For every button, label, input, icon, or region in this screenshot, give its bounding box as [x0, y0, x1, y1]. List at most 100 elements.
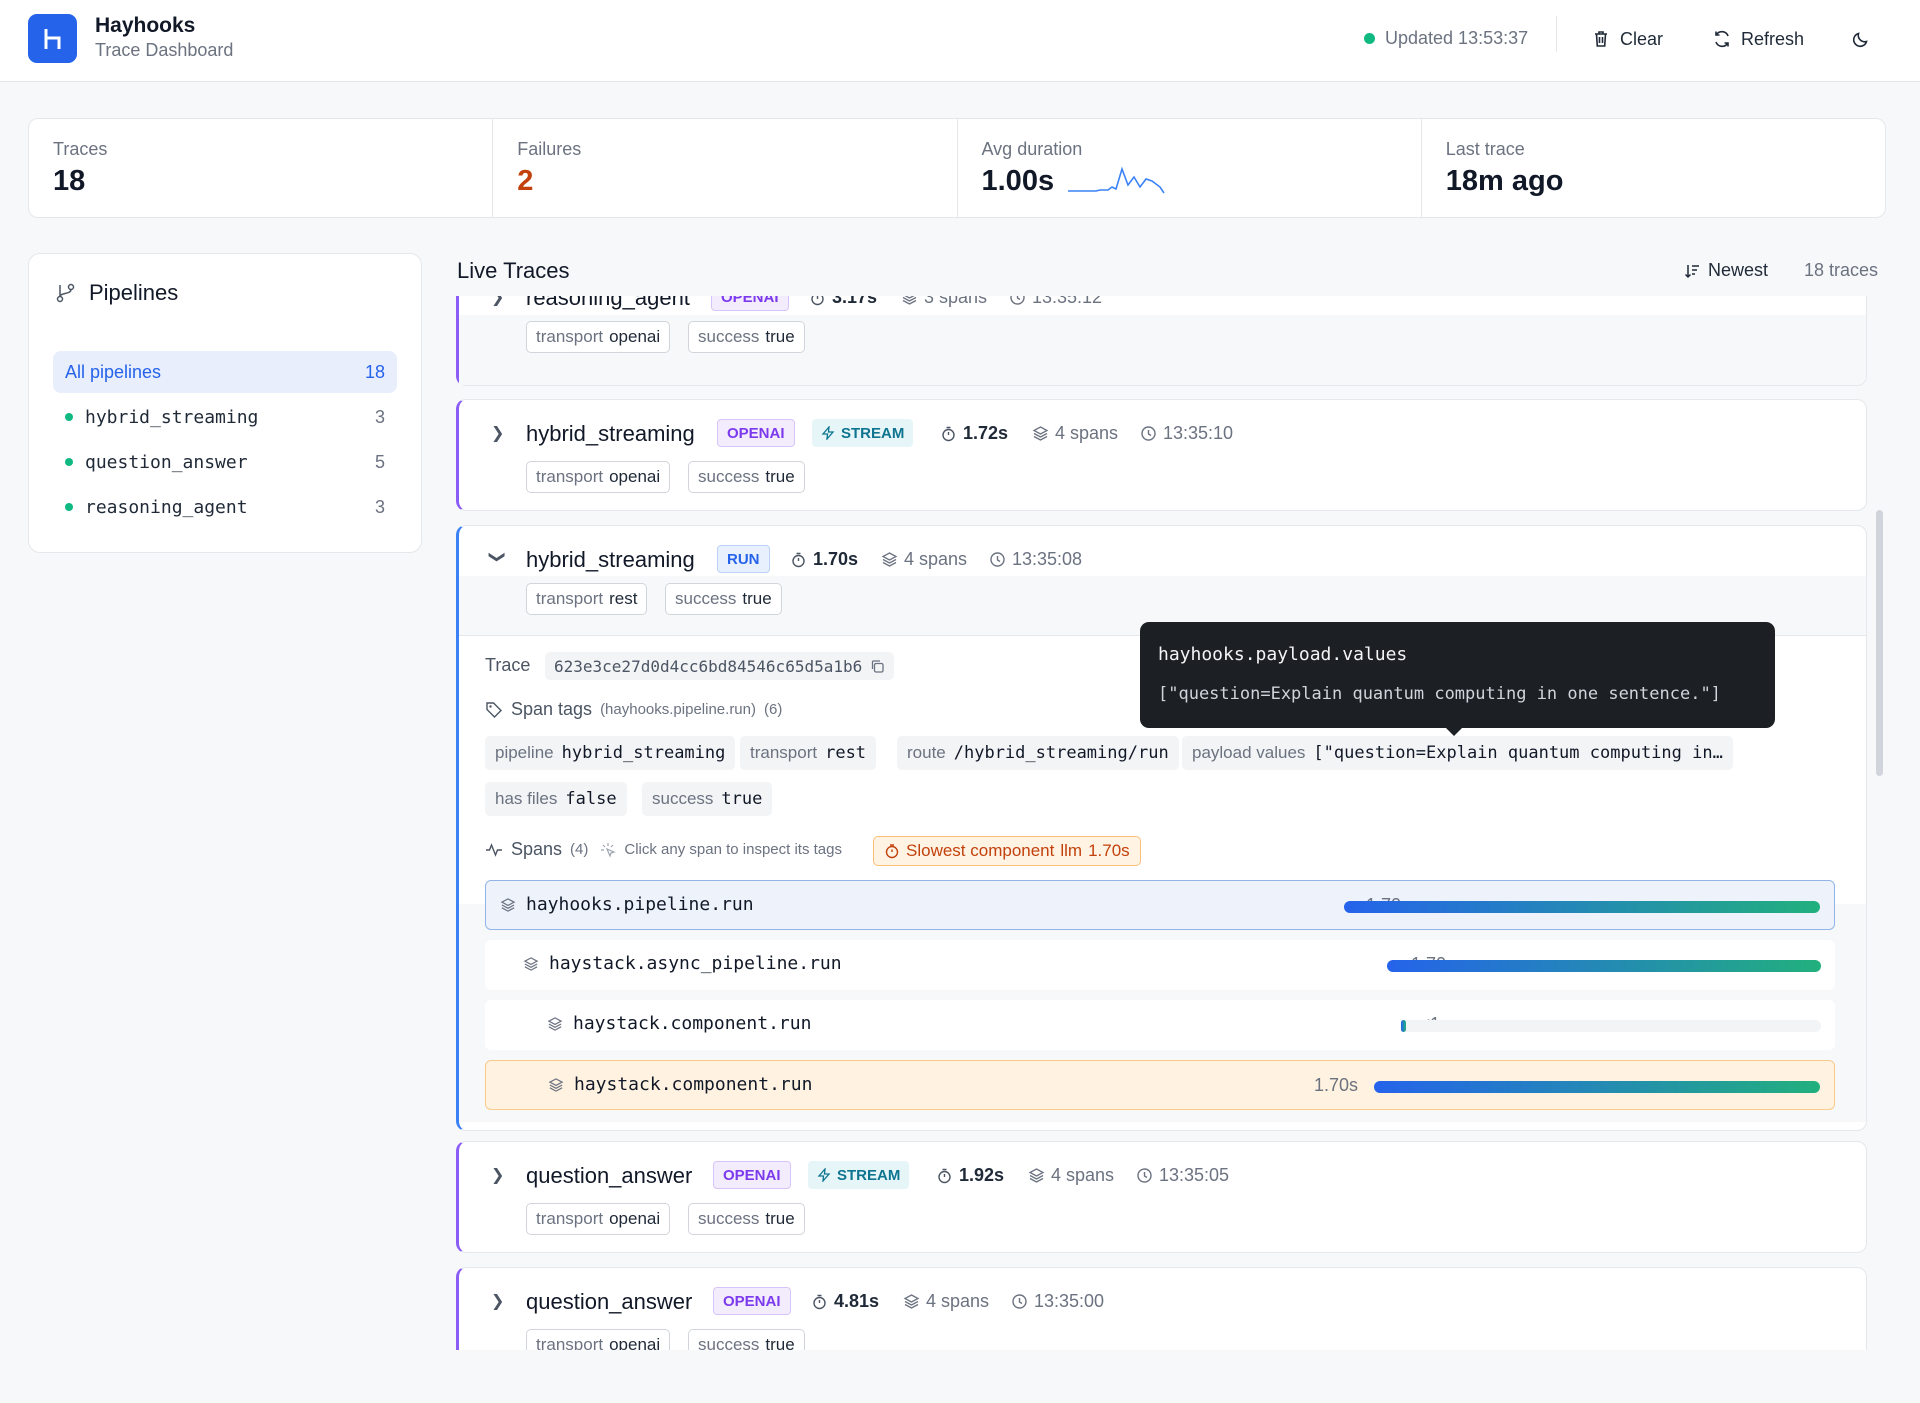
trace-time: 13:35:05	[1136, 1165, 1229, 1186]
slowest-component-badge: Slowest component llm 1.70s	[873, 836, 1141, 866]
stat-avg-label: Avg duration	[981, 139, 1083, 159]
trace-card[interactable]: ❯ question_answer OPENAI 4.81s 4 spans 1…	[456, 1267, 1867, 1350]
tag-transport: transport openai	[526, 1329, 671, 1350]
span-duration: 1.70s	[1313, 1075, 1358, 1095]
trace-card-expanded[interactable]: ❯ hybrid_streaming RUN 1.70s 4 spans 13:…	[456, 525, 1867, 1131]
span-row[interactable]: haystack.component.run <1 ms	[485, 1000, 1835, 1050]
stat-failures-value: 2	[517, 165, 534, 197]
trace-card[interactable]: ❯ question_answer OPENAI STREAM 1.92s 4 …	[456, 1141, 1867, 1253]
sidebar-item-hybrid-streaming[interactable]: hybrid_streaming 3	[53, 396, 397, 438]
trace-time-value: 13:35:05	[1159, 1165, 1230, 1185]
openai-badge: OPENAI	[713, 1287, 791, 1315]
top-bar: Hayhooks Trace Dashboard Updated 13:53:3…	[0, 0, 1920, 82]
pipelines-title: Pipelines	[55, 280, 178, 306]
chevron-right-icon[interactable]: ❯	[491, 1165, 504, 1185]
run-badge: RUN	[717, 545, 770, 573]
layers-icon	[902, 296, 917, 305]
trace-duration-value: 1.72s	[963, 423, 1009, 443]
refresh-button[interactable]: Refresh	[1712, 22, 1804, 56]
span-bar-fill	[1374, 1081, 1820, 1093]
trace-list-scrollbar[interactable]	[1876, 510, 1883, 776]
span-tag-has-files[interactable]: has files false	[485, 782, 627, 816]
trace-span-count-value: 3 spans	[924, 296, 988, 307]
stream-badge-label: STREAM	[837, 1166, 901, 1184]
update-status: Updated 13:53:37	[1364, 28, 1528, 49]
span-bar-fill	[1401, 1020, 1407, 1032]
chevron-right-icon[interactable]: ❯	[491, 423, 504, 443]
layers-icon	[881, 552, 898, 567]
trace-time: 13:35:00	[1011, 1291, 1104, 1312]
chevron-down-icon[interactable]: ❯	[488, 550, 508, 563]
trace-duration: 1.70s	[790, 549, 858, 570]
span-name-text: haystack.async_pipeline.run	[549, 953, 842, 974]
tag-transport: transport openai	[526, 321, 671, 353]
sidebar-item-all-pipelines[interactable]: All pipelines 18	[53, 351, 397, 393]
span-tag-success[interactable]: success true	[642, 782, 773, 816]
tag-success: success true	[688, 1329, 805, 1350]
trace-span-count-value: 4 spans	[1051, 1165, 1115, 1185]
span-tags-source: (hayhooks.pipeline.run)	[600, 701, 756, 718]
trace-tags: transport openai success true	[459, 315, 1866, 385]
trace-card[interactable]: ❯ reasoning_agent OPENAI 3.17s 3 spans 1…	[456, 296, 1867, 386]
status-dot-icon	[65, 458, 73, 466]
trace-time-value: 13:35:00	[1034, 1291, 1105, 1311]
span-tag-transport[interactable]: transport rest	[740, 736, 877, 770]
span-tag-route[interactable]: route/hybrid_streaming/run	[897, 736, 1179, 770]
sidebar-item-label: question_answer	[85, 451, 248, 473]
tag-success: success true	[688, 461, 805, 493]
sidebar-item-label: All pipelines	[65, 361, 162, 382]
sidebar-item-count: 3	[374, 406, 385, 427]
trace-span-count: 4 spans	[881, 549, 967, 570]
theme-toggle-button[interactable]	[1851, 22, 1871, 56]
activity-icon	[486, 842, 502, 857]
chevron-right-icon[interactable]: ❯	[491, 1291, 504, 1311]
sparkle-click-icon	[601, 842, 617, 858]
trace-time-value: 13:35:10	[1163, 423, 1234, 443]
trace-id-chip[interactable]: 623e3ce27d0d4cc6bd84546c65d5a1b6	[545, 652, 895, 680]
sidebar-item-reasoning-agent[interactable]: reasoning_agent 3	[53, 486, 397, 528]
copy-icon[interactable]	[870, 659, 885, 674]
sidebar-item-question-answer[interactable]: question_answer 5	[53, 441, 397, 483]
stat-traces-value: 18	[53, 165, 86, 197]
trace-card-header: ❯ reasoning_agent OPENAI 3.17s 3 spans 1…	[459, 296, 1866, 311]
stat-avg-duration: Avg duration 1.00s	[958, 119, 1422, 217]
tooltip-value: ["question=Explain quantum computing in …	[1158, 684, 1721, 704]
trace-time: 13:35:08	[989, 549, 1082, 570]
trace-name: question_answer	[526, 1163, 693, 1188]
sort-newest-button[interactable]: Newest	[1684, 260, 1768, 281]
moon-icon	[1852, 32, 1868, 48]
trace-list[interactable]: ❯ reasoning_agent OPENAI 3.17s 3 spans 1…	[456, 296, 1868, 1350]
layers-icon	[500, 897, 516, 912]
header-divider	[1556, 16, 1557, 52]
live-status-dot-icon	[1364, 33, 1375, 44]
trace-span-count: 4 spans	[903, 1291, 989, 1312]
stat-traces-label: Traces	[53, 139, 108, 159]
trace-span-count-value: 4 spans	[904, 549, 968, 569]
chevron-right-icon[interactable]: ❯	[491, 296, 504, 307]
span-tag-pipeline[interactable]: pipeline hybrid_streaming	[485, 736, 736, 770]
tag-success: success true	[665, 583, 782, 615]
refresh-button-label: Refresh	[1741, 28, 1805, 49]
sidebar-item-count: 3	[374, 496, 385, 517]
span-row[interactable]: hayhooks.pipeline.run 1.70s	[485, 880, 1835, 930]
tag-transport: transport openai	[526, 461, 671, 493]
clear-button[interactable]: Clear	[1591, 22, 1663, 56]
layers-icon	[548, 1077, 564, 1092]
span-name: haystack.component.run	[547, 1013, 811, 1034]
stat-last-value: 18m ago	[1445, 165, 1564, 197]
openai-badge: OPENAI	[717, 419, 795, 447]
stats-bar: Traces 18 Failures 2 Avg duration 1.00s …	[28, 118, 1886, 218]
bolt-icon	[821, 426, 835, 440]
span-name: haystack.component.run	[548, 1074, 812, 1095]
clock-icon	[1141, 426, 1156, 441]
trace-time-value: 13:35:12	[1032, 296, 1103, 307]
trace-duration-value: 1.70s	[813, 549, 859, 569]
span-row[interactable]: haystack.async_pipeline.run 1.70s	[485, 940, 1835, 990]
span-tag-payload-values[interactable]: payload values ["question=Explain quantum…	[1182, 736, 1733, 770]
span-row-slowest[interactable]: haystack.component.run 1.70s	[485, 1060, 1835, 1110]
app-title: Hayhooks	[95, 14, 196, 37]
stopwatch-icon	[811, 296, 824, 306]
tag-transport: transport rest	[526, 583, 648, 615]
trace-card[interactable]: ❯ hybrid_streaming OPENAI STREAM 1.72s 4…	[456, 399, 1867, 511]
layers-icon	[523, 956, 539, 971]
